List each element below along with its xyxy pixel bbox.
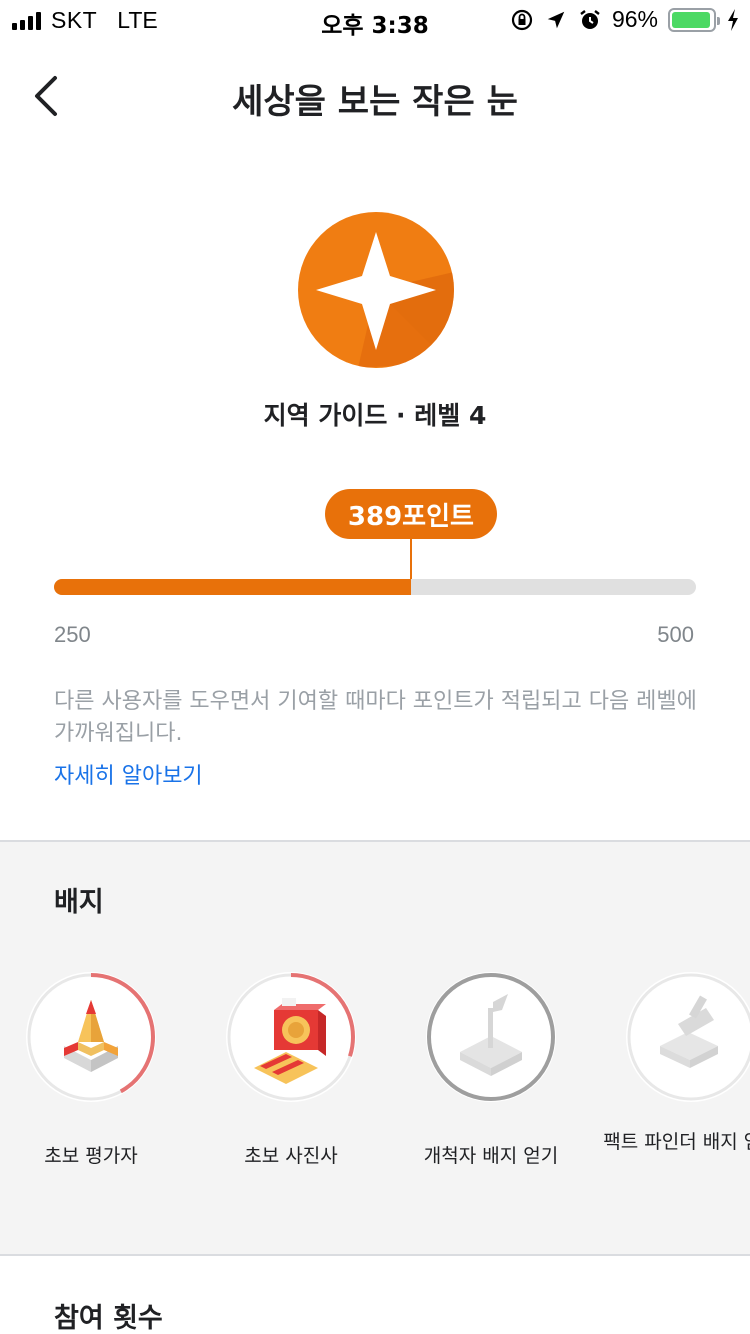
badge-label: 초보 사진사 (244, 1145, 338, 1167)
status-bar: SKT LTE 오후 3:38 96% (0, 0, 750, 40)
level-name: 지역 가이드 · 레벨 4 (263, 401, 487, 430)
range-min-label: 250 (54, 622, 91, 647)
page-title: 세상을 보는 작은 눈 (232, 82, 518, 122)
alarm-icon (578, 8, 602, 32)
range-max-label: 500 (657, 622, 694, 647)
level-progress-fill (54, 579, 411, 595)
badge-label: 팩트 파인더 배지 얻기 (603, 1131, 750, 1153)
level-description: 다른 사용자를 도우면서 기여할 때마다 포인트가 적립되고 다음 레벨에 가까… (54, 689, 697, 746)
charging-bolt-icon (726, 8, 740, 32)
points-pill: 389포인트 (324, 489, 497, 539)
battery-icon (668, 7, 720, 32)
participation-title: 참여 횟수 (54, 1303, 163, 1334)
badge-label: 초보 평가자 (44, 1145, 138, 1167)
learn-more-link[interactable]: 자세히 알아보기 (54, 758, 203, 790)
app-header: 세상을 보는 작은 눈 (0, 56, 750, 140)
location-arrow-icon (544, 8, 568, 32)
battery-percent: 96% (611, 6, 658, 32)
level-badge (298, 212, 454, 368)
badge-item[interactable]: 초보 평가자 (2, 972, 202, 1192)
level-progress-bar (54, 579, 696, 595)
badges-section: 배지 초보 평가자 초보 사진사 개척자 배지 얻기 팩트 파인더 배지 (0, 840, 750, 1256)
badges-title: 배지 (54, 887, 104, 918)
badge-item[interactable]: 개척자 배지 얻기 (402, 972, 602, 1192)
pencil-badge-icon (64, 1000, 118, 1072)
badge-label: 개척자 배지 얻기 (423, 1145, 559, 1167)
telescope-badge-icon (660, 995, 718, 1068)
badge-item[interactable]: 초보 사진사 (202, 972, 402, 1192)
camera-badge-icon (254, 998, 326, 1084)
flag-badge-icon (460, 994, 522, 1076)
badge-item[interactable]: 팩트 파인더 배지 얻기 (602, 972, 750, 1192)
orientation-lock-icon (510, 8, 534, 32)
four-point-star-icon (298, 212, 454, 368)
